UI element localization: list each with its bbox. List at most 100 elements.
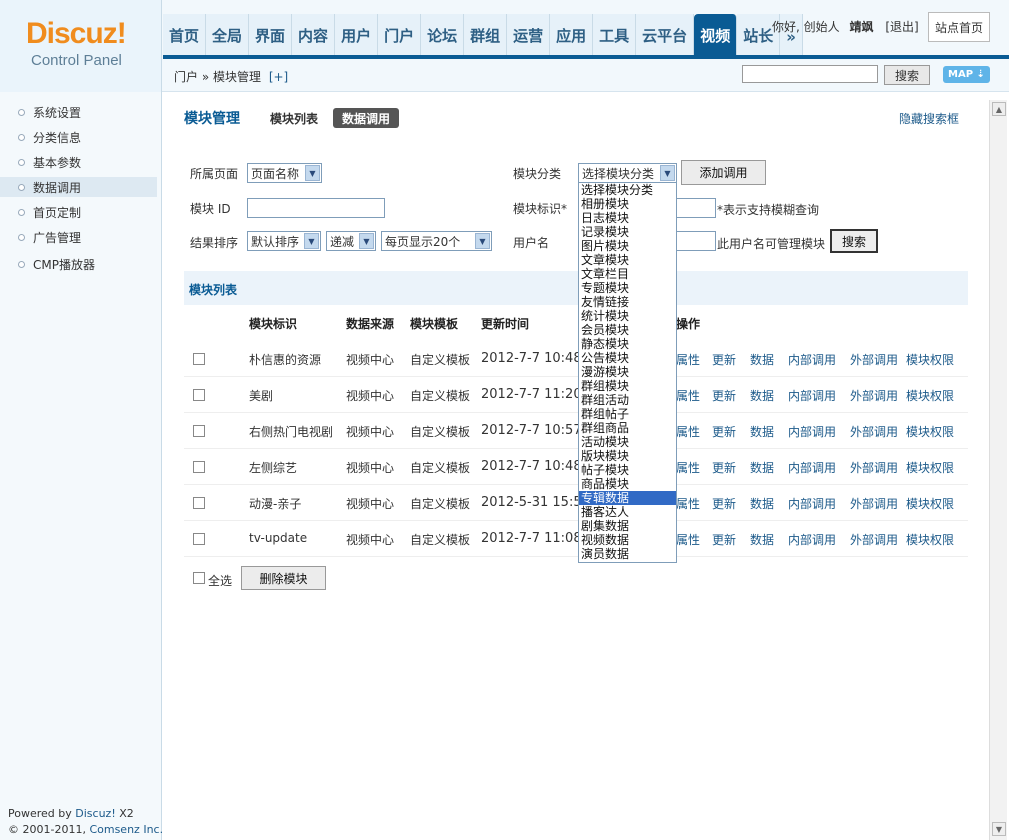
dropdown-option[interactable]: 静态模块 [579, 337, 676, 351]
row-action-link[interactable]: 模块权限 [906, 495, 954, 512]
tab-data-call[interactable]: 数据调用 [333, 108, 399, 128]
dropdown-option[interactable]: 专题模块 [579, 281, 676, 295]
site-home-button[interactable]: 站点首页 [928, 12, 990, 42]
row-action-link[interactable]: 属性 [676, 423, 700, 440]
category-dropdown-list[interactable]: 选择模块分类 相册模块 日志模块 记录模块 图片模块 文章模块 文章栏目 专题模块 友情链接 统计… [578, 182, 677, 563]
dropdown-option[interactable]: 视频数据 [579, 533, 676, 547]
row-action-link[interactable]: 更新 [712, 459, 736, 476]
sidebar-item-2[interactable]: 基本参数 [0, 152, 157, 172]
row-action-link[interactable]: 外部调用 [850, 459, 898, 476]
row-action-link[interactable]: 更新 [712, 387, 736, 404]
dropdown-option[interactable]: 相册模块 [579, 197, 676, 211]
dropdown-option[interactable]: 公告模块 [579, 351, 676, 365]
row-action-link[interactable]: 数据 [750, 387, 774, 404]
row-checkbox[interactable] [193, 425, 205, 437]
powered-brand-link[interactable]: Discuz! [75, 807, 115, 820]
dropdown-option[interactable]: 专辑数据 [579, 491, 676, 505]
row-action-link[interactable]: 内部调用 [788, 387, 836, 404]
row-checkbox[interactable] [193, 497, 205, 509]
top-search-button[interactable]: 搜索 [884, 65, 930, 85]
username-input[interactable] [676, 231, 716, 251]
nav-item-6[interactable]: 论坛 [421, 14, 465, 57]
row-action-link[interactable]: 模块权限 [906, 387, 954, 404]
dropdown-option[interactable]: 选择模块分类 [579, 183, 676, 197]
nav-item-1[interactable]: 全局 [206, 14, 250, 57]
order-select[interactable]: 递减 ▼ [326, 231, 376, 251]
row-action-link[interactable]: 外部调用 [850, 423, 898, 440]
row-action-link[interactable]: 内部调用 [788, 351, 836, 368]
row-action-link[interactable]: 外部调用 [850, 531, 898, 548]
map-button[interactable]: MAP ⇣ [943, 66, 990, 83]
row-checkbox[interactable] [193, 533, 205, 545]
row-action-link[interactable]: 外部调用 [850, 387, 898, 404]
dropdown-option[interactable]: 商品模块 [579, 477, 676, 491]
dropdown-option[interactable]: 文章模块 [579, 253, 676, 267]
dropdown-option[interactable]: 图片模块 [579, 239, 676, 253]
row-action-link[interactable]: 数据 [750, 531, 774, 548]
category-select[interactable]: 选择模块分类 ▼ [578, 163, 677, 183]
row-action-link[interactable]: 内部调用 [788, 459, 836, 476]
select-all-checkbox[interactable] [193, 572, 205, 584]
nav-item-4[interactable]: 用户 [335, 14, 379, 57]
nav-item-8[interactable]: 运营 [507, 14, 551, 57]
nav-item-12[interactable]: 视频 [694, 14, 738, 57]
row-action-link[interactable]: 属性 [676, 351, 700, 368]
module-id-input[interactable] [247, 198, 385, 218]
row-checkbox[interactable] [193, 353, 205, 365]
per-page-select[interactable]: 每页显示20个 ▼ [381, 231, 492, 251]
dropdown-option[interactable]: 日志模块 [579, 211, 676, 225]
row-action-link[interactable]: 外部调用 [850, 351, 898, 368]
scroll-up-arrow-icon[interactable]: ▲ [992, 102, 1006, 116]
dropdown-option[interactable]: 活动模块 [579, 435, 676, 449]
row-checkbox[interactable] [193, 461, 205, 473]
page-select[interactable]: 页面名称 ▼ [247, 163, 322, 183]
sidebar-item-4[interactable]: 首页定制 [0, 202, 157, 222]
search-button[interactable]: 搜索 [830, 229, 878, 253]
row-action-link[interactable]: 属性 [676, 387, 700, 404]
row-action-link[interactable]: 内部调用 [788, 531, 836, 548]
scroll-down-arrow-icon[interactable]: ▼ [992, 822, 1006, 836]
sidebar-item-5[interactable]: 广告管理 [0, 227, 157, 247]
nav-item-10[interactable]: 工具 [593, 14, 637, 57]
delete-module-button[interactable]: 删除模块 [241, 566, 326, 590]
dropdown-option[interactable]: 记录模块 [579, 225, 676, 239]
row-action-link[interactable]: 属性 [676, 495, 700, 512]
dropdown-option[interactable]: 版块模块 [579, 449, 676, 463]
row-action-link[interactable]: 内部调用 [788, 495, 836, 512]
sidebar-item-1[interactable]: 分类信息 [0, 127, 157, 147]
row-action-link[interactable]: 更新 [712, 495, 736, 512]
nav-item-3[interactable]: 内容 [292, 14, 336, 57]
top-search-input[interactable] [742, 65, 878, 83]
row-action-link[interactable]: 更新 [712, 531, 736, 548]
row-action-link[interactable]: 属性 [676, 531, 700, 548]
row-action-link[interactable]: 更新 [712, 423, 736, 440]
row-action-link[interactable]: 模块权限 [906, 531, 954, 548]
breadcrumb-add-link[interactable]: [+] [269, 70, 288, 84]
row-action-link[interactable]: 数据 [750, 351, 774, 368]
row-action-link[interactable]: 更新 [712, 351, 736, 368]
dropdown-option[interactable]: 群组帖子 [579, 407, 676, 421]
scrollbar[interactable]: ▲ ▼ [989, 100, 1007, 840]
dropdown-option[interactable]: 友情链接 [579, 295, 676, 309]
row-action-link[interactable]: 模块权限 [906, 423, 954, 440]
module-tag-input[interactable] [676, 198, 716, 218]
breadcrumb-path[interactable]: 门户 » 模块管理 [174, 70, 261, 84]
dropdown-option[interactable]: 群组模块 [579, 379, 676, 393]
row-action-link[interactable]: 数据 [750, 459, 774, 476]
comsenz-link[interactable]: Comsenz Inc. [89, 823, 163, 836]
sidebar-item-0[interactable]: 系统设置 [0, 102, 157, 122]
nav-item-0[interactable]: 首页 [163, 14, 207, 57]
row-action-link[interactable]: 数据 [750, 495, 774, 512]
sidebar-item-3[interactable]: 数据调用 [0, 177, 157, 197]
dropdown-option[interactable]: 剧集数据 [579, 519, 676, 533]
dropdown-option[interactable]: 漫游模块 [579, 365, 676, 379]
nav-item-5[interactable]: 门户 [378, 14, 422, 57]
dropdown-option[interactable]: 演员数据 [579, 547, 676, 561]
nav-item-9[interactable]: 应用 [550, 14, 594, 57]
sidebar-item-6[interactable]: CMP播放器 [0, 254, 157, 274]
dropdown-option[interactable]: 播客达人 [579, 505, 676, 519]
dropdown-option[interactable]: 帖子模块 [579, 463, 676, 477]
row-checkbox[interactable] [193, 389, 205, 401]
tab-module-list[interactable]: 模块列表 [270, 110, 318, 127]
row-action-link[interactable]: 模块权限 [906, 459, 954, 476]
